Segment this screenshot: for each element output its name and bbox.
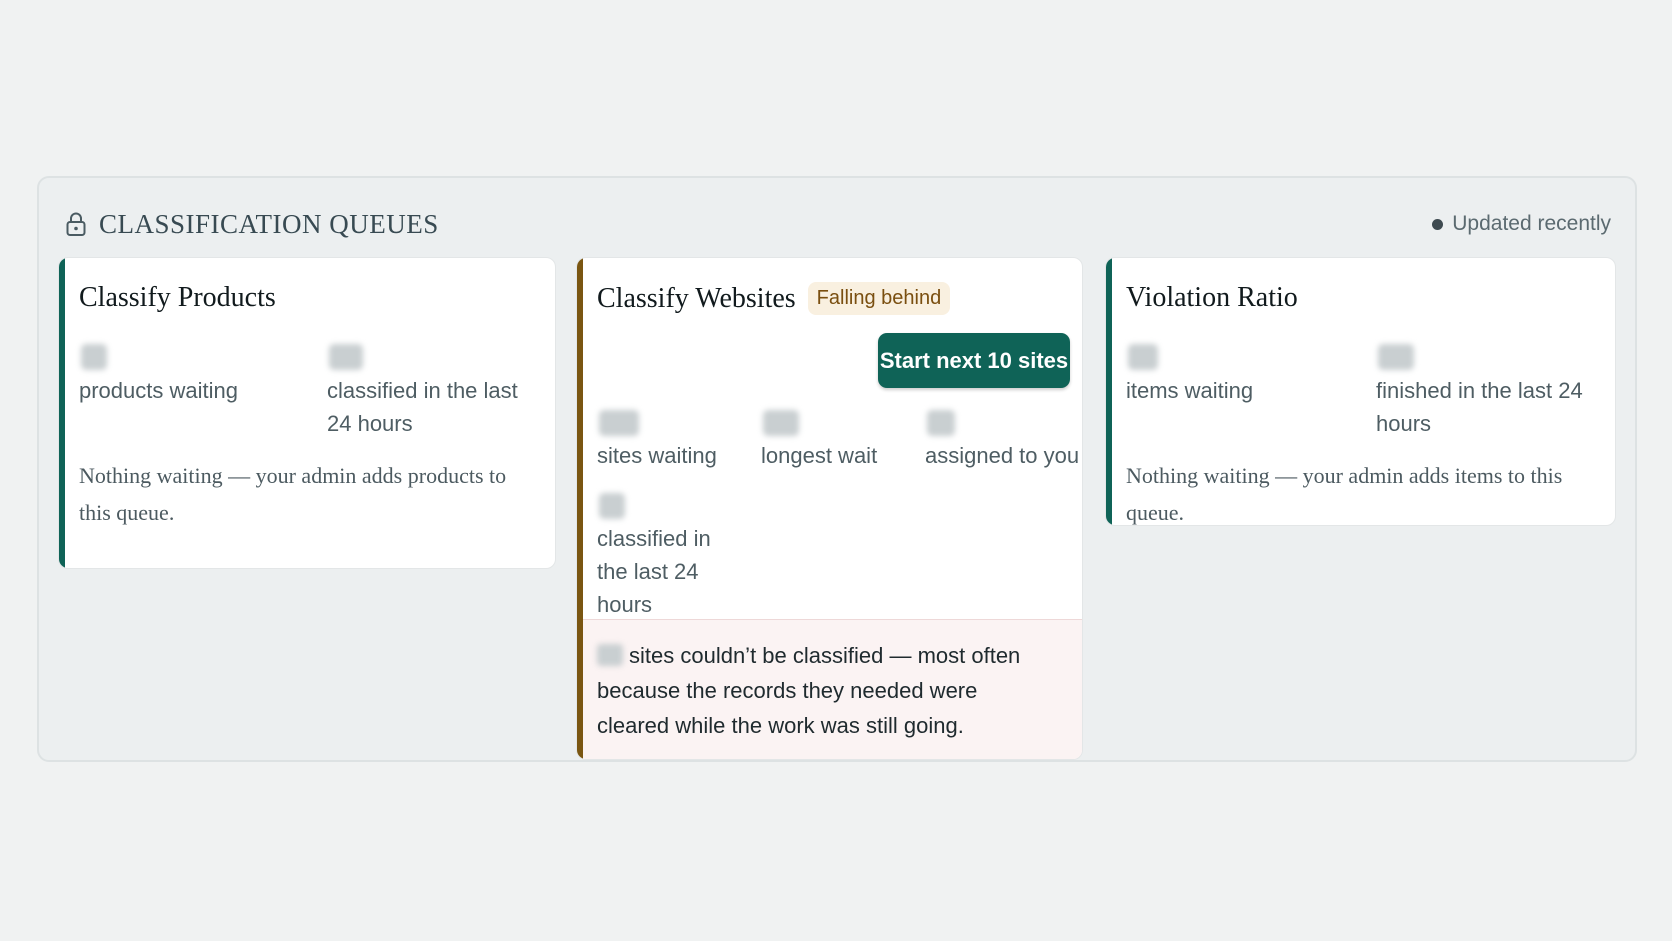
stat-label: products waiting: [79, 378, 238, 403]
panel-title-group: CLASSIFICATION QUEUES: [65, 209, 439, 240]
card-title-text: Classify Websites: [597, 282, 796, 314]
stat-value-redacted: [763, 410, 799, 436]
card-title: Classify Products: [79, 282, 276, 314]
classification-error-message: sites couldn’t be classified — most ofte…: [597, 638, 1037, 743]
stat-value-redacted: [599, 493, 625, 519]
status-dot-icon: [1432, 218, 1444, 230]
update-status-text: Updated recently: [1452, 212, 1611, 235]
stat-label: finished in the last 24 hours: [1376, 378, 1583, 436]
error-message-text: sites couldn’t be classified — most ofte…: [597, 643, 1021, 738]
stat-label: sites waiting: [597, 443, 717, 468]
lock-icon: [65, 211, 87, 237]
stat-label: classified in the last 24 hours: [327, 378, 518, 436]
stat-label: assigned to you: [925, 443, 1080, 468]
stat-value-redacted: [1128, 344, 1158, 370]
stat-label: longest wait: [761, 443, 878, 468]
panel-header: CLASSIFICATION QUEUES Updated recently: [65, 204, 1611, 244]
update-status: Updated recently: [1432, 212, 1611, 236]
classification-queues-panel: CLASSIFICATION QUEUES Updated recently C…: [37, 176, 1637, 762]
stat-value-redacted: [81, 344, 107, 370]
stat-value-redacted: [599, 410, 639, 436]
card-title: Classify Websites Falling behind: [597, 282, 951, 315]
empty-queue-note: Nothing waiting — your admin adds produc…: [79, 463, 507, 525]
start-next-sites-button[interactable]: Start next 10 sites: [878, 333, 1070, 388]
stat-label: classified in the last 24 hours: [597, 526, 711, 617]
stat-value-redacted: [1378, 344, 1414, 370]
error-count-redacted: [597, 644, 623, 666]
card-title-text: Classify Products: [79, 282, 276, 313]
stat-label: items waiting: [1126, 378, 1254, 403]
stat-value-redacted: [927, 410, 955, 436]
stat-value-redacted: [329, 344, 363, 370]
classify-products-card: Classify Products products waiting class…: [58, 257, 556, 569]
panel-title: CLASSIFICATION QUEUES: [99, 208, 439, 239]
empty-queue-note: Nothing waiting — your admin adds items …: [1126, 463, 1563, 525]
falling-behind-badge: Falling behind: [807, 282, 951, 315]
classification-error-box: sites couldn’t be classified — most ofte…: [583, 619, 1082, 759]
violation-ratio-card: Violation Ratio items waiting finished i…: [1105, 257, 1616, 526]
card-title: Violation Ratio: [1126, 282, 1298, 314]
card-title-text: Violation Ratio: [1126, 282, 1298, 313]
classify-websites-card: Classify Websites Falling behind Start n…: [576, 257, 1083, 760]
